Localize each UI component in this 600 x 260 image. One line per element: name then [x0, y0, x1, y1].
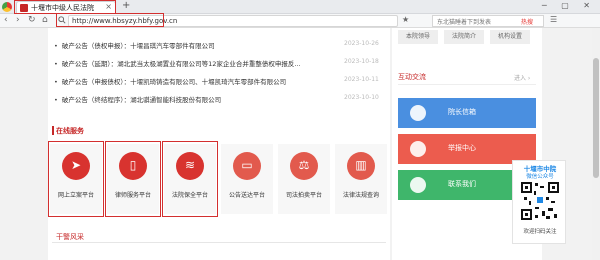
service-notice-platform[interactable]: ▭ 公告送达平台: [221, 144, 273, 214]
toolbar-icons[interactable]: ★: [402, 15, 413, 24]
home-icon[interactable]: ⌂: [42, 15, 48, 25]
news-date: 2023-10-18: [344, 58, 379, 65]
wechat-qr-widget[interactable]: 十堰市中院 微信公众号 欢迎扫码关注: [512, 160, 566, 244]
service-auction-platform[interactable]: ⚖ 司法拍卖平台: [278, 144, 330, 214]
url-highlight-box: [56, 13, 164, 27]
qr-code-icon: [520, 181, 560, 221]
scrollbar-thumb[interactable]: [593, 58, 599, 178]
news-item[interactable]: • 破产公告（申报债权）：十堰凯琦铸造有限公司、十堰凯琦汽车零部件有限公司: [54, 76, 286, 86]
menu-icon[interactable]: ☰: [550, 15, 562, 24]
news-date: 2023-10-10: [344, 94, 379, 101]
chat-icon: ▭: [233, 152, 261, 180]
main-content: • 破产公告（债权申报）：十堰昌琪汽车零部件有限公司 2023-10-26 • 破产…: [48, 28, 390, 260]
service-label: 司法拍卖平台: [285, 192, 322, 199]
mail-icon: [410, 105, 426, 121]
browser-search-input[interactable]: 东北猫睡着下到发表 热搜: [432, 15, 544, 27]
section-title-police-style: 干警风采: [56, 233, 84, 241]
card-label: 举报中心: [448, 144, 476, 152]
news-date: 2023-10-11: [344, 76, 379, 83]
qr-footer: 欢迎扫码关注: [523, 229, 557, 235]
service-label: 法律法规查询: [342, 192, 379, 199]
section-title-online-services: 在线服务: [56, 127, 84, 135]
browser-tab-bar: 十堰市中级人民法院 × + ─ ▢ ✕: [0, 0, 600, 14]
service-highlight-box: [162, 141, 218, 217]
qr-subtitle: 微信公众号: [526, 174, 554, 180]
interact-title: 互动交流: [398, 73, 426, 81]
news-item[interactable]: • 破产公告（终结程序）：湖北骐通智能科技股份有限公司: [54, 94, 221, 104]
interact-more-link[interactable]: 进入 ›: [514, 73, 530, 82]
search-placeholder: 东北猫睡着下到发表: [437, 19, 492, 26]
news-item[interactable]: • 破产公告（债权申报）：十堰昌琪汽车零部件有限公司: [54, 40, 215, 50]
departments-button[interactable]: 机构设置: [490, 30, 530, 44]
section-accent-bar: [52, 126, 54, 135]
books-icon: ▥: [347, 152, 375, 180]
news-item[interactable]: • 破产公告（延期）：湖北武当太极湖置业有限公司等12家企业合并重整债权申报反..…: [54, 58, 301, 68]
new-tab-button[interactable]: +: [122, 0, 130, 11]
card-label: 院长信箱: [448, 108, 476, 116]
card-label: 联系我们: [448, 180, 476, 188]
divider: [398, 84, 536, 85]
page-scrollbar[interactable]: [592, 28, 600, 260]
reload-icon[interactable]: ↻: [28, 15, 36, 25]
news-date: 2023-10-26: [344, 40, 379, 47]
hot-search-badge[interactable]: 热搜: [521, 17, 533, 26]
service-label: 公告送达平台: [228, 192, 265, 199]
divider: [52, 242, 386, 243]
tab-highlight-box: [14, 0, 116, 14]
forward-icon[interactable]: ›: [16, 15, 20, 25]
leaders-button[interactable]: 本院领导: [398, 30, 438, 44]
court-intro-button[interactable]: 法院简介: [444, 30, 484, 44]
browser-logo-icon[interactable]: [2, 2, 12, 12]
window-controls[interactable]: ─ ▢ ✕: [542, 1, 596, 10]
back-icon[interactable]: ‹: [4, 15, 8, 25]
auction-icon: ⚖: [290, 152, 318, 180]
service-law-query[interactable]: ▥ 法律法规查询: [335, 144, 387, 214]
alarm-icon: [410, 141, 426, 157]
service-highlight-box: [105, 141, 161, 217]
phone-icon: [410, 177, 426, 193]
service-highlight-box: [48, 141, 104, 217]
president-mailbox-card[interactable]: 院长信箱: [398, 98, 536, 128]
